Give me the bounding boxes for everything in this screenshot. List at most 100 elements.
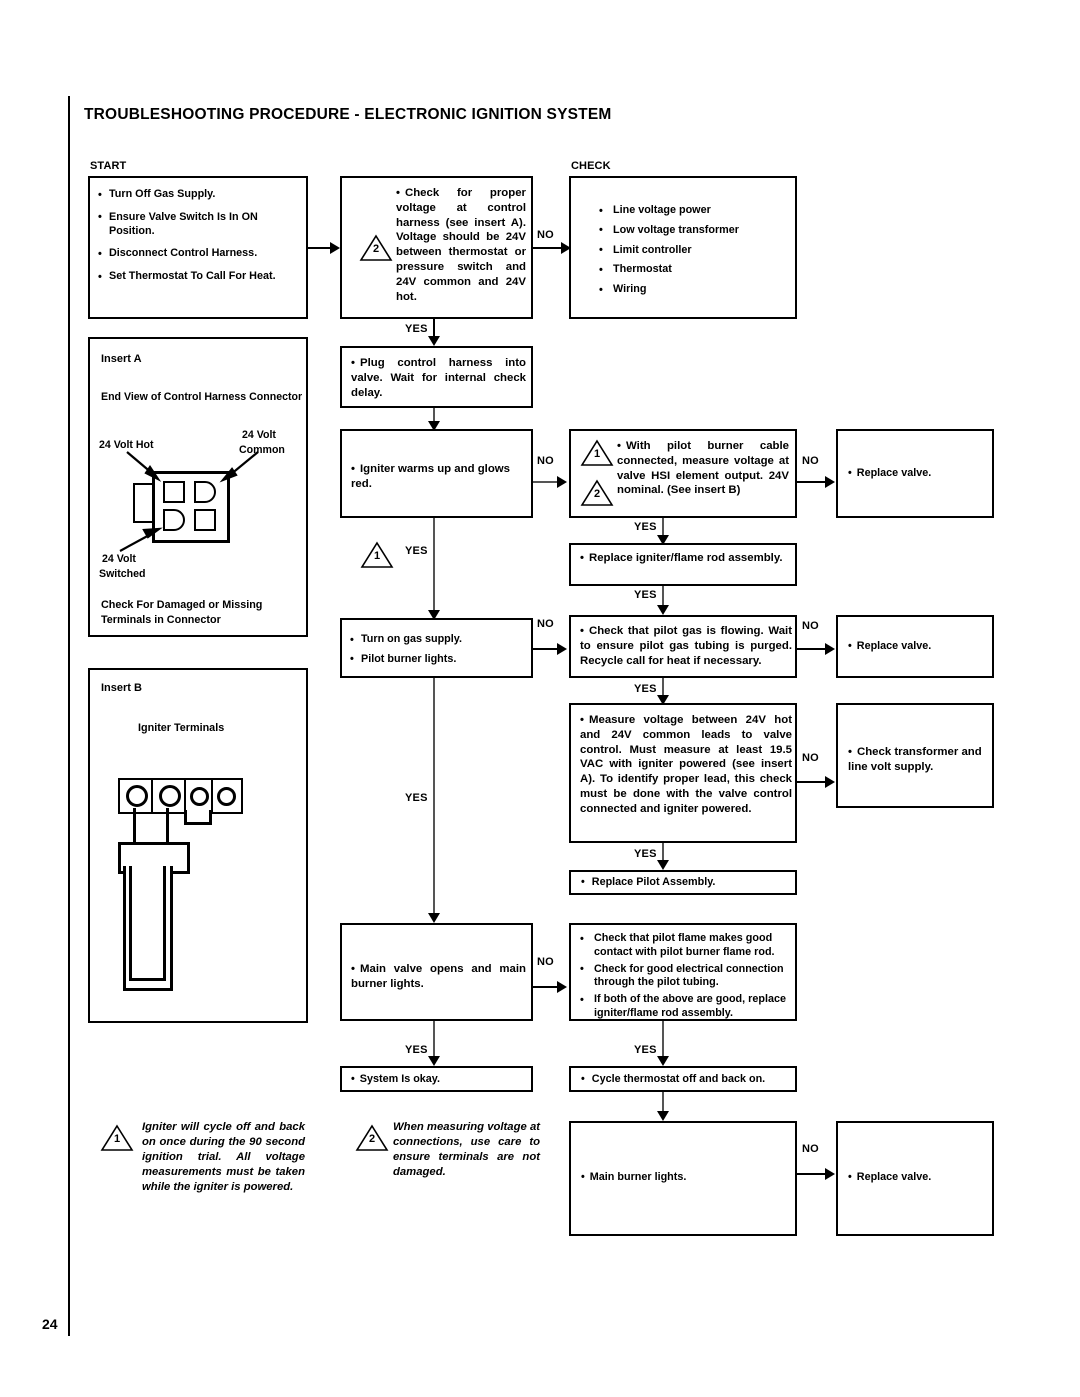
measure-voltage-box[interactable]: • Measure voltage between 24V hot and 24… [569, 703, 797, 843]
arrowhead-down [657, 1111, 669, 1121]
cycle-thermostat-text: Cycle thermostat off and back on. [591, 1073, 766, 1085]
warning-triangle-icon: 1 [580, 439, 614, 467]
replace-valve-box-1[interactable]: • Replace valve. [836, 429, 994, 518]
arrowhead-right [557, 643, 567, 655]
main-burner-lights-box[interactable]: • Main burner lights. [569, 1121, 797, 1236]
page-title: TROUBLESHOOTING PROCEDURE - ELECTRONIC I… [84, 106, 612, 123]
replace-valve-text: Replace valve. [856, 467, 932, 479]
measure-voltage-text: Measure voltage between 24V hot and 24V … [580, 714, 792, 815]
list-item: Check for good electrical connection thr… [580, 962, 787, 991]
plug-harness-box[interactable]: • Plug control harness into valve. Wait … [340, 346, 533, 408]
footnote-triangle-number: 2 [368, 1133, 376, 1145]
list-item: Pilot burner lights. [350, 652, 523, 667]
arrowhead-right [557, 981, 567, 993]
arrowhead-down [657, 605, 669, 615]
turn-on-gas-box[interactable]: Turn on gas supply. Pilot burner lights. [340, 618, 533, 678]
footnote-triangle-icon: 1 [100, 1124, 134, 1152]
igniter-glows-box[interactable]: • Igniter warms up and glows red. [340, 429, 533, 518]
arrowhead-down [657, 1056, 669, 1066]
warning-triangle-number: 2 [593, 488, 601, 500]
warning-triangle-number: 1 [593, 448, 601, 460]
connector-start-to-checkvoltage [308, 247, 330, 249]
edge-label-no: NO [536, 229, 555, 241]
harness-connector-diagram [90, 339, 310, 639]
edge-label-yes: YES [404, 323, 429, 335]
pilot-cable-voltage-text: With pilot burner cable connected, measu… [617, 440, 789, 497]
edge-label-yes: YES [404, 792, 429, 804]
arrowhead-down [657, 860, 669, 870]
list-item: Ensure Valve Switch Is In ON Position. [98, 210, 298, 239]
arrowhead-right [825, 476, 835, 488]
edge-label-no: NO [801, 1143, 820, 1155]
edge-label-yes: YES [633, 1044, 658, 1056]
replace-valve-box-3[interactable]: • Replace valve. [836, 1121, 994, 1236]
page-number: 24 [42, 1316, 58, 1332]
footnote-text-1: Igniter will cycle off and back on once … [142, 1121, 305, 1194]
list-item: Check that pilot flame makes good contac… [580, 932, 787, 960]
replace-pilot-assembly-text: Replace Pilot Assembly. [591, 876, 716, 888]
arrowhead-right [825, 776, 835, 788]
edge-label-no: NO [801, 752, 820, 764]
check-transformer-box[interactable]: • Check transformer and line volt supply… [836, 703, 994, 808]
arrowhead-right [825, 643, 835, 655]
edge-label-no: NO [801, 455, 820, 467]
check-voltage-text: Check for proper voltage at control harn… [396, 187, 526, 303]
pilot-cable-voltage-box[interactable]: 1 2 • With pilot burner cable connected,… [569, 429, 797, 518]
list-item: Low voltage transformer [599, 223, 785, 238]
pilot-flame-checks-box[interactable]: Check that pilot flame makes good contac… [569, 923, 797, 1021]
insert-a-footer-line1: Check For Damaged or Missing [101, 599, 263, 611]
list-item: Disconnect Control Harness. [98, 247, 298, 261]
igniter-terminals-diagram [90, 670, 310, 1025]
edge-label-no: NO [536, 455, 555, 467]
plug-harness-text: Plug control harness into valve. Wait fo… [351, 357, 526, 399]
list-item: If both of the above are good, replace i… [580, 993, 787, 1021]
list-item: Turn Off Gas Supply. [98, 188, 298, 202]
arrowhead-right [825, 1168, 835, 1180]
insert-a-box[interactable]: Insert A End View of Control Harness Con… [88, 337, 308, 637]
main-burner-lights-text: Main burner lights. [589, 1171, 687, 1183]
list-item: Line voltage power [599, 204, 785, 218]
edge-label-yes: YES [404, 1044, 429, 1056]
edge-label-yes: YES [404, 545, 429, 557]
main-valve-text: Main valve opens and main burner lights. [351, 963, 526, 990]
list-item: Turn on gas supply. [350, 633, 523, 647]
start-caption: START [90, 160, 127, 172]
pilot-gas-flowing-text: Check that pilot gas is flowing. Wait to… [580, 625, 792, 667]
warning-triangle-icon: 2 [359, 234, 393, 262]
replace-valve-text: Replace valve. [856, 640, 932, 652]
check-list-box[interactable]: Line voltage power Low voltage transform… [569, 176, 797, 319]
page-root: TROUBLESHOOTING PROCEDURE - ELECTRONIC I… [0, 0, 1080, 1397]
list-item: Set Thermostat To Call For Heat. [98, 270, 298, 284]
footnote-text-2: When measuring voltage at connections, u… [393, 1121, 540, 1179]
footnote-triangle-icon: 2 [355, 1124, 389, 1152]
warning-triangle-icon: 1 [360, 541, 394, 569]
replace-igniter-text: Replace igniter/flame rod assembly. [589, 552, 783, 564]
connector-gas-to-mainvalve [433, 678, 435, 920]
igniter-glows-text: Igniter warms up and glows red. [351, 463, 510, 490]
warning-triangle-number: 2 [372, 243, 380, 255]
system-okay-box[interactable]: • System Is okay. [340, 1066, 533, 1092]
check-voltage-box[interactable]: 2 • Check for proper voltage at control … [340, 176, 533, 319]
check-transformer-text: Check transformer and line volt supply. [848, 746, 982, 773]
list-item: Limit controller [599, 243, 785, 258]
replace-valve-text: Replace valve. [856, 1171, 932, 1183]
edge-label-yes: YES [633, 683, 658, 695]
warning-triangle-icon: 2 [580, 479, 614, 507]
replace-igniter-box[interactable]: • Replace igniter/flame rod assembly. [569, 543, 797, 586]
pilot-gas-flowing-box[interactable]: • Check that pilot gas is flowing. Wait … [569, 615, 797, 678]
arrowhead-down [428, 336, 440, 346]
arrowhead-right [330, 242, 340, 254]
replace-valve-box-2[interactable]: • Replace valve. [836, 615, 994, 678]
insert-b-box[interactable]: Insert B Igniter Terminals [88, 668, 308, 1023]
footnote-triangle-number: 1 [113, 1133, 121, 1145]
main-valve-box[interactable]: • Main valve opens and main burner light… [340, 923, 533, 1021]
replace-pilot-assembly-box[interactable]: • Replace Pilot Assembly. [569, 870, 797, 895]
arrowhead-down [428, 913, 440, 923]
system-okay-text: System Is okay. [359, 1073, 441, 1085]
list-item: Thermostat [599, 263, 785, 277]
list-item: Wiring [599, 283, 785, 297]
start-box[interactable]: Turn Off Gas Supply. Ensure Valve Switch… [88, 176, 308, 319]
connector-checkvoltage-to-check [533, 247, 561, 249]
cycle-thermostat-box[interactable]: • Cycle thermostat off and back on. [569, 1066, 797, 1092]
insert-a-footer-line2: Terminals in Connector [101, 614, 221, 626]
